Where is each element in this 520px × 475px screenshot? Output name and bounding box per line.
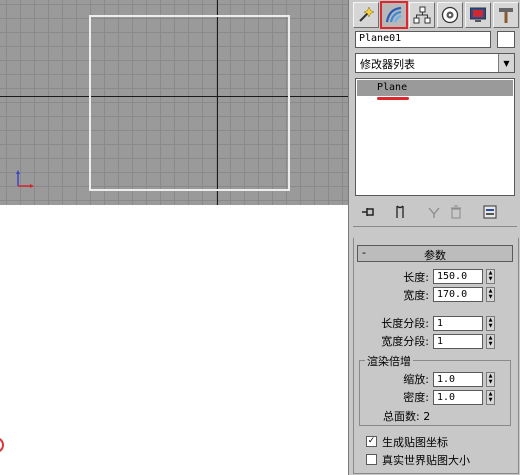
command-panel-tabs	[353, 1, 519, 30]
length-spinner[interactable]: ▲ ▼	[486, 269, 495, 284]
modifier-stack[interactable]: Plane	[355, 78, 515, 196]
remove-modifier-icon[interactable]	[447, 203, 465, 221]
tab-motion[interactable]	[437, 2, 463, 28]
tab-utilities[interactable]	[493, 2, 519, 28]
tab-hierarchy[interactable]	[409, 2, 435, 28]
utilities-icon	[499, 8, 513, 23]
width-segs-spinner[interactable]: ▲ ▼	[486, 334, 495, 349]
length-segs-spinner[interactable]: ▲ ▼	[486, 316, 495, 331]
stack-toolbar	[359, 203, 499, 221]
tab-create[interactable]	[353, 2, 379, 28]
tab-modify[interactable]	[380, 1, 408, 29]
object-color-swatch[interactable]	[497, 31, 515, 48]
density-spinner[interactable]: ▲ ▼	[486, 390, 495, 405]
modifier-list-dropdown[interactable]: 修改器列表 ▼	[355, 53, 515, 73]
width-label: 宽度:	[403, 289, 429, 302]
make-unique-icon[interactable]	[425, 203, 443, 221]
width-spinner[interactable]: ▲ ▼	[486, 287, 495, 302]
axis-tripod-icon	[16, 170, 34, 188]
length-label: 长度:	[403, 271, 429, 284]
density-label: 密度:	[403, 391, 429, 404]
parameters-rollout-header[interactable]: - 参数	[357, 245, 513, 262]
real-world-label: 真实世界贴图大小	[382, 454, 470, 467]
modify-icon	[385, 6, 402, 23]
panel-divider	[353, 226, 517, 227]
gen-mapping-label: 生成贴图坐标	[382, 436, 448, 449]
width-segs-field[interactable]: 1	[433, 334, 483, 349]
modifier-list-label: 修改器列表	[360, 58, 415, 71]
show-end-result-icon[interactable]	[391, 203, 409, 221]
display-icon	[470, 7, 486, 22]
real-world-checkbox[interactable]	[366, 454, 377, 465]
length-field[interactable]: 150.0	[433, 269, 483, 284]
length-segs-field[interactable]: 1	[433, 316, 483, 331]
plane-object[interactable]	[89, 15, 290, 191]
create-icon	[359, 6, 375, 22]
object-name-field[interactable]: Plane01	[355, 31, 491, 48]
pin-stack-icon[interactable]	[359, 203, 377, 221]
viewport[interactable]	[0, 0, 348, 205]
stack-item-plane[interactable]: Plane	[357, 80, 513, 96]
scale-spinner[interactable]: ▲ ▼	[486, 372, 495, 387]
length-segs-label: 长度分段:	[381, 317, 429, 330]
tab-display[interactable]	[465, 2, 491, 28]
width-segs-label: 宽度分段:	[381, 335, 429, 348]
width-field[interactable]: 170.0	[433, 287, 483, 302]
command-panel: Plane01 修改器列表 ▼ Plane - 参数 长度: 150.0 ▲ ▼…	[348, 0, 520, 475]
empty-area	[0, 205, 348, 475]
gen-mapping-checkbox[interactable]: ✓	[366, 436, 377, 447]
density-field[interactable]: 1.0	[433, 390, 483, 405]
hierarchy-icon	[413, 6, 431, 24]
rollout-title: 参数	[424, 249, 446, 262]
total-faces-readout: 总面数: 2	[383, 410, 431, 423]
chevron-down-icon[interactable]: ▼	[498, 54, 514, 72]
scale-field[interactable]: 1.0	[433, 372, 483, 387]
scale-label: 缩放:	[403, 373, 429, 386]
configure-sets-icon[interactable]	[481, 203, 499, 221]
annotation-underline	[377, 97, 409, 100]
render-multipliers-title: 渲染倍增	[365, 353, 413, 369]
motion-icon	[441, 6, 459, 24]
